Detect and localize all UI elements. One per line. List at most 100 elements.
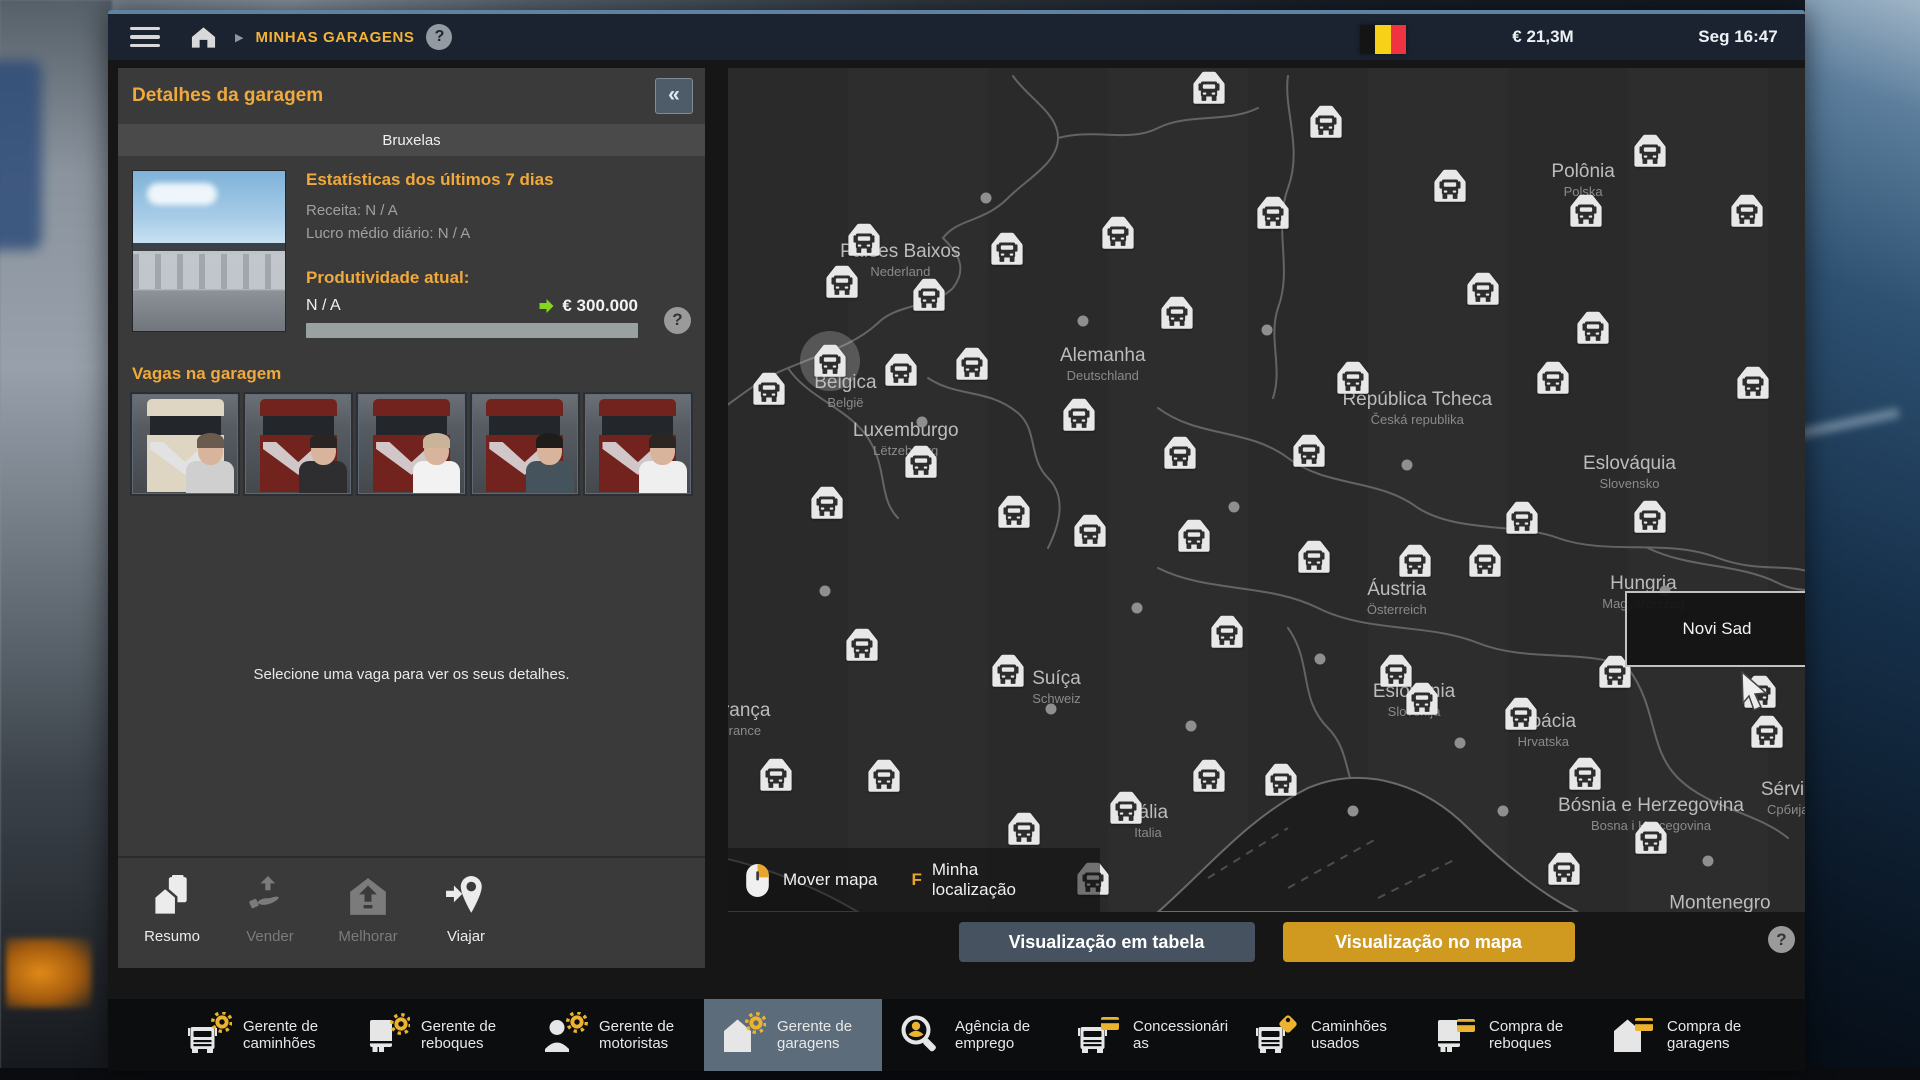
collapse-panel-button[interactable]: «: [655, 78, 693, 114]
garage-map-icon[interactable]: [1401, 678, 1443, 720]
garage-map-icon[interactable]: [1532, 357, 1574, 399]
nav-item-buy-trailers[interactable]: Compra de reboques: [1416, 999, 1594, 1071]
garage-map-icon[interactable]: [821, 261, 863, 303]
nav-item-job-agency[interactable]: Agência de emprego: [882, 999, 1060, 1071]
garage-map-icon[interactable]: [986, 228, 1028, 270]
nav-item-used-trucks[interactable]: Caminhões usados: [1238, 999, 1416, 1071]
garage-map-icon[interactable]: [1293, 536, 1335, 578]
player-money[interactable]: € 21,3M: [1463, 14, 1623, 60]
garage-map-icon[interactable]: [1206, 611, 1248, 653]
garage-map-icon[interactable]: [1332, 357, 1374, 399]
garage-map-icon[interactable]: [1188, 68, 1230, 109]
table-view-button[interactable]: Visualização em tabela: [959, 922, 1255, 962]
flag-stripe: [1391, 25, 1406, 54]
garage-map-icon[interactable]: [1288, 430, 1330, 472]
garage-map-icon[interactable]: [1188, 755, 1230, 797]
resumo-button[interactable]: Resumo: [128, 875, 216, 945]
nav-item-driver-manager[interactable]: Gerente de motoristas: [526, 999, 704, 1071]
garage-map-icon[interactable]: [1097, 212, 1139, 254]
garage-map-icon[interactable]: [900, 441, 942, 483]
garage-map-icon[interactable]: [1173, 515, 1215, 557]
garage-map-icon[interactable]: [1630, 817, 1672, 859]
menu-icon[interactable]: [130, 27, 160, 48]
garage-map-icon[interactable]: [1629, 130, 1671, 172]
garage-map-icon[interactable]: [951, 343, 993, 385]
garage-map-icon[interactable]: [806, 482, 848, 524]
garage-map-icon[interactable]: [1159, 432, 1201, 474]
garage-slot[interactable]: [132, 394, 238, 494]
productivity-label: Produtividade atual:: [306, 268, 638, 288]
nav-item-truck-manager[interactable]: Gerente de caminhões: [170, 999, 348, 1071]
garage-map-icon[interactable]: [1500, 693, 1542, 735]
garage-map-icon[interactable]: [1464, 540, 1506, 582]
breadcrumb-help-button[interactable]: ?: [426, 24, 452, 50]
garage-map-icon[interactable]: [748, 368, 790, 410]
home-icon[interactable]: [190, 24, 217, 50]
garage-map-icon[interactable]: [1629, 496, 1671, 538]
belgium-flag-icon: [1360, 25, 1406, 54]
cloud-decoration: [147, 183, 217, 205]
productivity-help-button[interactable]: ?: [664, 307, 691, 334]
garage-map-icon[interactable]: [1732, 362, 1774, 404]
garage-map-icon[interactable]: [1726, 190, 1768, 232]
garage-map-icon[interactable]: [1105, 787, 1147, 829]
garage-map-icon[interactable]: [1429, 165, 1471, 207]
garage-details-panel: Detalhes da garagem « Bruxelas Estatísti…: [118, 68, 705, 968]
background-right-truck: [1805, 0, 1920, 1080]
nav-item-garage-manager[interactable]: Gerente de garagens: [704, 999, 882, 1071]
upgrade-icon: [345, 875, 391, 922]
garage-slot[interactable]: [245, 394, 351, 494]
panel-actions: Resumo Vender Melhorar Viajar: [118, 856, 705, 968]
garage-map-icon[interactable]: [863, 755, 905, 797]
stats-title: Estatísticas dos últimos 7 dias: [306, 170, 638, 190]
garage-map-icon[interactable]: [993, 491, 1035, 533]
nav-item-buy-garages[interactable]: Compra de garagens: [1594, 999, 1772, 1071]
viajar-button[interactable]: Viajar: [422, 875, 510, 945]
garage-map-icon[interactable]: [1069, 510, 1111, 552]
garage-map-icon[interactable]: [987, 650, 1029, 692]
garage-slot[interactable]: [358, 394, 464, 494]
garage-map-icon[interactable]: [1746, 711, 1788, 753]
garage-slot[interactable]: [585, 394, 691, 494]
travel-icon: [443, 875, 489, 922]
trailer-manager-icon: [364, 1012, 410, 1058]
garage-map-icon[interactable]: [1305, 101, 1347, 143]
city-dot: [1046, 704, 1057, 715]
garage-map-icon[interactable]: [1543, 848, 1585, 890]
nav-item-dealer[interactable]: Concessionárias: [1060, 999, 1238, 1071]
garage-map-icon[interactable]: [880, 349, 922, 391]
city-dot: [1347, 805, 1358, 816]
map-country-label: SérviaСрбија: [1761, 779, 1805, 817]
garage-map-icon[interactable]: [1565, 190, 1607, 232]
nav-item-trailer-manager[interactable]: Gerente de reboques: [348, 999, 526, 1071]
revenue-line: Receita: N / A: [306, 199, 638, 222]
europe-map[interactable]: PolôniaPolska Países BaixosNederland Ale…: [728, 68, 1805, 912]
garage-slot[interactable]: [472, 394, 578, 494]
garage-map-icon[interactable]: [841, 624, 883, 666]
productivity-bar: [306, 323, 638, 338]
garage-map-icon[interactable]: [1156, 292, 1198, 334]
flag-stripe: [1360, 25, 1375, 54]
garage-map-icon[interactable]: [1394, 540, 1436, 582]
screen-help-button[interactable]: ?: [1768, 926, 1795, 953]
garage-map-icon[interactable]: [1501, 497, 1543, 539]
garage-map-icon[interactable]: [908, 274, 950, 316]
garage-map-icon[interactable]: [843, 219, 885, 261]
garage-map-icon[interactable]: [1462, 268, 1504, 310]
garage-map-icon-selected[interactable]: [809, 340, 851, 382]
garage-map-icon[interactable]: [1260, 759, 1302, 801]
garage-map-icon[interactable]: [1572, 307, 1614, 349]
garage-name: Bruxelas: [118, 124, 705, 156]
garage-map-icon[interactable]: [1252, 192, 1294, 234]
garage-map-icon[interactable]: [1564, 753, 1606, 795]
melhorar-button: Melhorar: [324, 875, 412, 945]
garage-map-icon[interactable]: [1003, 808, 1045, 850]
map-country-label: SuíçaSchweiz: [1032, 668, 1081, 706]
map-view-button[interactable]: Visualização no mapa: [1283, 922, 1575, 962]
map-country-label: FrançaFrance: [728, 700, 770, 738]
garage-map-icon[interactable]: [1058, 394, 1100, 436]
used-trucks-icon: [1254, 1012, 1300, 1058]
garage-photo: [132, 170, 286, 332]
city-dot: [1498, 805, 1509, 816]
garage-map-icon[interactable]: [755, 754, 797, 796]
